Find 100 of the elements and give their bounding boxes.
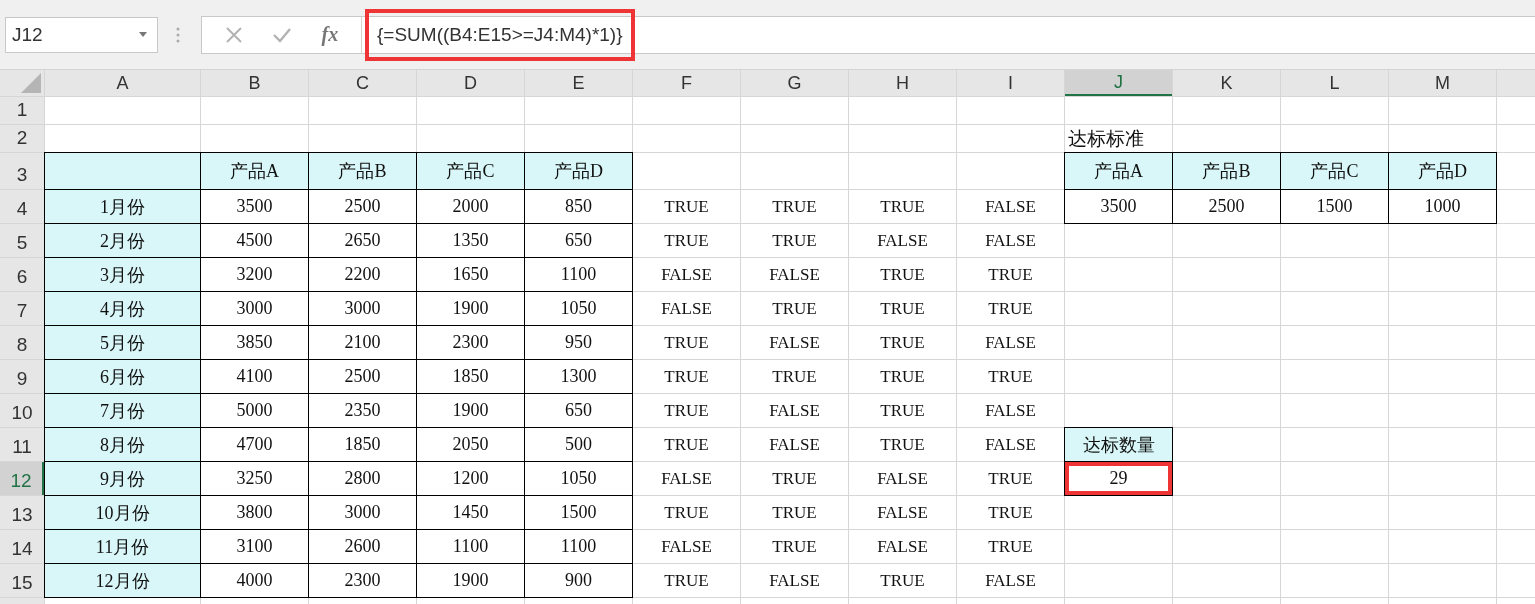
table-cell bbox=[1497, 224, 1535, 257]
table-cell: 2000 bbox=[417, 190, 524, 223]
column-header[interactable]: E bbox=[525, 70, 632, 96]
row-header[interactable]: 2 bbox=[0, 125, 44, 152]
row-header[interactable]: 3 bbox=[0, 153, 44, 189]
column-header[interactable]: I bbox=[957, 70, 1064, 96]
table-cell: 950 bbox=[525, 326, 632, 359]
table-cell: TRUE bbox=[849, 360, 956, 393]
insert-function-button[interactable]: fx bbox=[321, 23, 339, 46]
table-cell bbox=[1497, 394, 1535, 427]
table-cell: FALSE bbox=[957, 190, 1064, 223]
column-header[interactable]: G bbox=[741, 70, 848, 96]
column-header[interactable]: K bbox=[1173, 70, 1280, 96]
column-header[interactable]: F bbox=[633, 70, 740, 96]
row-header[interactable]: 7 bbox=[0, 292, 44, 325]
row-header[interactable]: 10 bbox=[0, 394, 44, 427]
table-cell: TRUE bbox=[849, 190, 956, 223]
table-title: 达标标准 bbox=[1065, 125, 1172, 152]
table-cell: 3850 bbox=[201, 326, 308, 359]
table-cell bbox=[1497, 153, 1535, 189]
row-label: 9月份 bbox=[45, 462, 200, 495]
row-label: 4月份 bbox=[45, 292, 200, 325]
table-cell: 1350 bbox=[417, 224, 524, 257]
table-cell bbox=[1497, 496, 1535, 529]
table-cell: FALSE bbox=[957, 394, 1064, 427]
table-cell: 650 bbox=[525, 394, 632, 427]
column-header[interactable]: B bbox=[201, 70, 308, 96]
table-cell: TRUE bbox=[741, 496, 848, 529]
select-all-icon[interactable] bbox=[21, 73, 41, 93]
column-header[interactable]: M bbox=[1389, 70, 1496, 96]
column-heading: 产品A bbox=[1065, 153, 1172, 189]
table-cell: FALSE bbox=[849, 224, 956, 257]
table-cell: TRUE bbox=[957, 462, 1064, 495]
table-cell: 4000 bbox=[201, 564, 308, 597]
table-cell: 2650 bbox=[309, 224, 416, 257]
table-cell: TRUE bbox=[633, 360, 740, 393]
cancel-icon[interactable] bbox=[224, 25, 243, 44]
row-header[interactable] bbox=[0, 598, 44, 604]
table-cell: 4500 bbox=[201, 224, 308, 257]
name-box[interactable]: J12 bbox=[5, 16, 158, 53]
table-cell: FALSE bbox=[957, 326, 1064, 359]
table-cell: 2100 bbox=[309, 326, 416, 359]
table-cell: 1900 bbox=[417, 394, 524, 427]
row-label: 8月份 bbox=[45, 428, 200, 461]
table-cell bbox=[1497, 97, 1535, 124]
table-cell: 3800 bbox=[201, 496, 308, 529]
column-header[interactable]: H bbox=[849, 70, 956, 96]
row-header[interactable]: 12 bbox=[0, 462, 44, 495]
column-header[interactable]: L bbox=[1281, 70, 1388, 96]
table-cell: 2500 bbox=[1173, 190, 1280, 223]
table-cell: 2350 bbox=[309, 394, 416, 427]
table-cell bbox=[1497, 292, 1535, 325]
row-label: 3月份 bbox=[45, 258, 200, 291]
table-cell: 1500 bbox=[525, 496, 632, 529]
table-cell: FALSE bbox=[849, 496, 956, 529]
table-cell: 1200 bbox=[417, 462, 524, 495]
column-header[interactable]: C bbox=[309, 70, 416, 96]
column-header[interactable]: A bbox=[45, 70, 200, 96]
table-cell: FALSE bbox=[849, 530, 956, 563]
row-header[interactable]: 13 bbox=[0, 496, 44, 529]
table-cell: TRUE bbox=[633, 326, 740, 359]
row-header[interactable]: 6 bbox=[0, 258, 44, 291]
table-cell: 3000 bbox=[309, 292, 416, 325]
table-cell: 5000 bbox=[201, 394, 308, 427]
table-cell bbox=[1497, 326, 1535, 359]
table-cell: FALSE bbox=[741, 428, 848, 461]
row-header[interactable]: 9 bbox=[0, 360, 44, 393]
table-cell: 650 bbox=[525, 224, 632, 257]
table-cell: TRUE bbox=[633, 496, 740, 529]
row-header[interactable]: 14 bbox=[0, 530, 44, 563]
table-cell: 2050 bbox=[417, 428, 524, 461]
table-cell: FALSE bbox=[957, 428, 1064, 461]
row-header[interactable]: 5 bbox=[0, 224, 44, 257]
table-cell: TRUE bbox=[741, 190, 848, 223]
table-cell: 3000 bbox=[201, 292, 308, 325]
row-header[interactable]: 11 bbox=[0, 428, 44, 461]
row-label: 12月份 bbox=[45, 564, 200, 597]
row-header[interactable]: 1 bbox=[0, 97, 44, 124]
row-label: 6月份 bbox=[45, 360, 200, 393]
column-heading: 产品B bbox=[1173, 153, 1280, 189]
formula-field[interactable]: {=SUM((B4:E15>=J4:M4)*1)} bbox=[365, 8, 635, 61]
column-header[interactable]: D bbox=[417, 70, 524, 96]
table-cell: TRUE bbox=[633, 564, 740, 597]
row-label: 11月份 bbox=[45, 530, 200, 563]
row-header[interactable]: 8 bbox=[0, 326, 44, 359]
row-header[interactable]: 15 bbox=[0, 564, 44, 597]
table-cell: 1000 bbox=[1389, 190, 1496, 223]
table-cell: 2800 bbox=[309, 462, 416, 495]
row-header[interactable]: 4 bbox=[0, 190, 44, 223]
table-cell: 1900 bbox=[417, 564, 524, 597]
row-label: 7月份 bbox=[45, 394, 200, 427]
table-cell: 3250 bbox=[201, 462, 308, 495]
column-header[interactable] bbox=[1497, 70, 1535, 96]
table-cell: 4100 bbox=[201, 360, 308, 393]
column-heading: 产品C bbox=[417, 153, 524, 189]
table-cell: FALSE bbox=[741, 564, 848, 597]
table-cell bbox=[1497, 258, 1535, 291]
column-header[interactable]: J bbox=[1065, 70, 1172, 96]
column-heading: 产品C bbox=[1281, 153, 1388, 189]
table-cell: TRUE bbox=[741, 530, 848, 563]
